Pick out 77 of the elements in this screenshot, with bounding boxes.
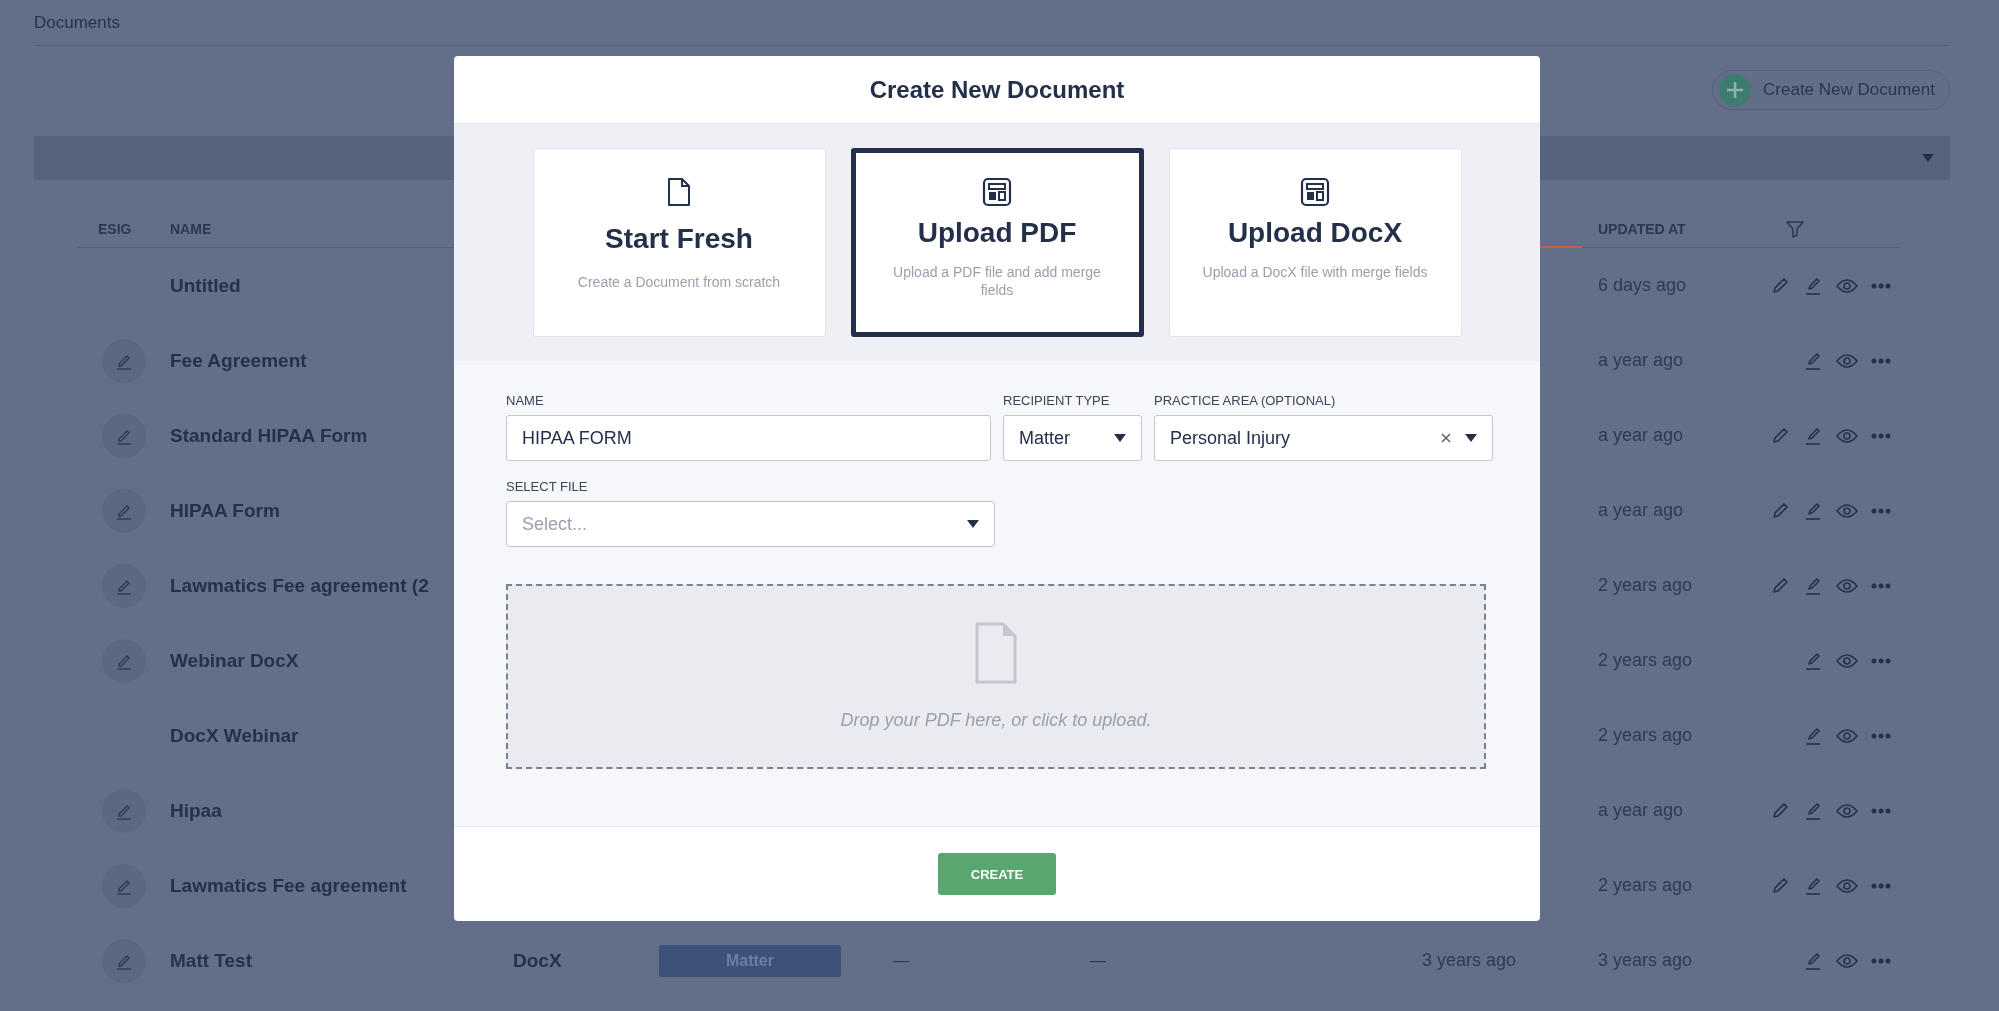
eye-icon[interactable] xyxy=(1836,277,1858,294)
eye-icon[interactable] xyxy=(1836,802,1858,819)
eye-icon[interactable] xyxy=(1836,502,1858,519)
column-header: UPDATED AT xyxy=(1598,221,1687,237)
field-label: NAME xyxy=(506,393,545,408)
file-icon xyxy=(975,622,1017,684)
sign-icon[interactable] xyxy=(1803,875,1823,896)
page-title: Documents xyxy=(34,12,120,33)
option-card[interactable]: Start Fresh Create a Document from scratch xyxy=(532,148,826,337)
pencil-icon[interactable] xyxy=(1770,500,1790,521)
name-field[interactable]: HIPAA FORM xyxy=(506,415,991,461)
table-cell-text: — xyxy=(893,951,910,970)
filter-icon[interactable] xyxy=(1785,219,1805,239)
select-file-dropdown[interactable]: Select... xyxy=(506,501,995,547)
upload-dropzone[interactable]: Drop your PDF here, or click to upload. xyxy=(506,584,1486,769)
sign-icon[interactable] xyxy=(1803,725,1823,746)
more-icon[interactable] xyxy=(1871,807,1891,814)
option-description: Upload a PDF file and add merge fields xyxy=(892,263,1102,299)
pencil-icon[interactable] xyxy=(1770,425,1790,446)
caret-icon xyxy=(1114,434,1126,442)
sign-icon[interactable] xyxy=(1803,650,1823,671)
sign-icon[interactable] xyxy=(1803,500,1823,521)
option-title: Upload DocX xyxy=(1227,217,1403,249)
sign-icon[interactable] xyxy=(1803,275,1823,296)
more-icon[interactable] xyxy=(1871,282,1891,289)
option-description: Create a Document from scratch xyxy=(576,273,782,291)
eye-icon[interactable] xyxy=(1836,427,1858,444)
sign-icon[interactable] xyxy=(1803,800,1823,821)
more-icon[interactable] xyxy=(1871,957,1891,964)
table-cell-text: DocX xyxy=(513,949,563,972)
eye-icon[interactable] xyxy=(1836,577,1858,594)
caret-icon xyxy=(1465,434,1477,442)
recipient-type-dropdown[interactable]: Matter xyxy=(1003,415,1142,461)
caret-icon xyxy=(1922,154,1934,162)
field-label: SELECT FILE xyxy=(506,479,589,494)
option-card[interactable]: Upload PDF Upload a PDF file and add merge fields xyxy=(850,148,1144,337)
eye-icon[interactable] xyxy=(1836,727,1858,744)
caret-icon xyxy=(967,520,979,528)
create-document-button[interactable]: Create New Document xyxy=(1712,70,1950,110)
sign-icon[interactable] xyxy=(1803,575,1823,596)
field-label: RECIPIENT TYPE xyxy=(1003,393,1111,408)
eye-icon[interactable] xyxy=(1836,352,1858,369)
column-header: ESIG xyxy=(97,221,133,237)
more-icon[interactable] xyxy=(1871,582,1891,589)
more-icon[interactable] xyxy=(1871,432,1891,439)
option-card[interactable]: Upload DocX Upload a DocX file with merge fields xyxy=(1168,148,1462,337)
layout-icon xyxy=(982,177,1012,207)
pencil-icon[interactable] xyxy=(1770,875,1790,896)
option-description: Upload a DocX file with merge fields xyxy=(1201,263,1429,281)
eye-icon[interactable] xyxy=(1836,952,1858,969)
more-icon[interactable] xyxy=(1871,507,1891,514)
sign-icon[interactable] xyxy=(1803,350,1823,371)
dropzone-text: Drop your PDF here, or click to upload. xyxy=(840,710,1152,731)
clear-icon[interactable] xyxy=(1441,433,1451,443)
column-header: NAME xyxy=(170,221,213,237)
sign-icon[interactable] xyxy=(1803,425,1823,446)
file-icon xyxy=(667,177,691,207)
pencil-icon[interactable] xyxy=(1770,800,1790,821)
plus-icon xyxy=(1719,74,1752,106)
create-button[interactable]: CREATE xyxy=(938,853,1056,895)
field-label: PRACTICE AREA (OPTIONAL) xyxy=(1154,393,1337,408)
practice-area-dropdown[interactable]: Personal Injury xyxy=(1154,415,1493,461)
pencil-icon[interactable] xyxy=(1770,575,1790,596)
more-icon[interactable] xyxy=(1871,732,1891,739)
table-cell-text: — xyxy=(1090,951,1107,970)
pencil-icon[interactable] xyxy=(1770,275,1790,296)
more-icon[interactable] xyxy=(1871,357,1891,364)
more-icon[interactable] xyxy=(1871,882,1891,889)
dialog-title: Create New Document xyxy=(869,75,1125,104)
option-title: Start Fresh xyxy=(605,223,753,255)
sign-icon[interactable] xyxy=(1803,950,1823,971)
layout-icon xyxy=(1300,177,1330,207)
eye-icon[interactable] xyxy=(1836,877,1858,894)
option-title: Upload PDF xyxy=(917,217,1077,249)
eye-icon[interactable] xyxy=(1836,652,1858,669)
document-name[interactable]: Matt Test xyxy=(170,949,513,972)
more-icon[interactable] xyxy=(1871,657,1891,664)
